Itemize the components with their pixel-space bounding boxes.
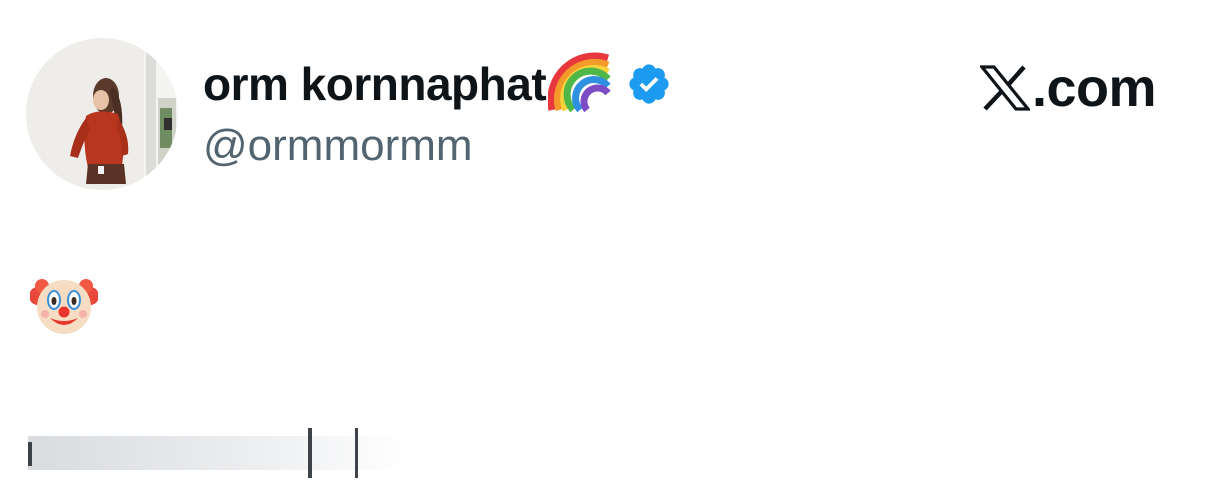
brand-text: .com <box>1031 58 1157 118</box>
avatar-photo <box>26 38 178 190</box>
author-name-row: orm kornnaphat <box>203 52 672 116</box>
tweet-card: orm kornnaphat @ormmormm .com <box>0 0 1206 500</box>
x-logo-icon <box>978 65 1032 111</box>
clown-face-icon <box>29 279 99 334</box>
x-com-brand: .com <box>978 58 1157 118</box>
avatar[interactable] <box>26 38 178 190</box>
tweet-text <box>29 274 99 338</box>
truncated-content <box>28 428 408 478</box>
author-display-name[interactable]: orm kornnaphat <box>203 61 547 107</box>
author-handle[interactable]: @ormmormm <box>203 120 473 172</box>
rainbow-icon <box>547 50 612 113</box>
verified-badge-icon[interactable] <box>626 61 672 107</box>
